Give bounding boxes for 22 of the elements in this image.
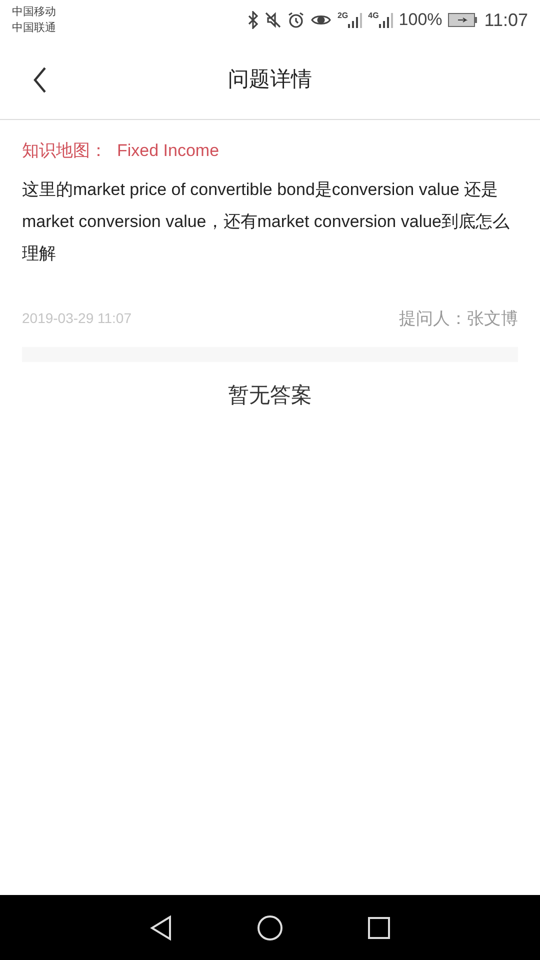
- mute-icon: [265, 11, 282, 29]
- network-label: 2G: [337, 12, 348, 20]
- question-text: 这里的market price of convertible bond是conversion value 还是market conversion value，还有market conversion value到底怎么理解: [22, 178, 511, 264]
- bluetooth-icon: [247, 11, 260, 29]
- battery-percent: 100%: [398, 9, 442, 32]
- asker-name: 提问人：张文博: [399, 308, 518, 330]
- carrier-name: 中国联通: [12, 20, 56, 36]
- question-date: 2019-03-29 11:07: [22, 308, 132, 328]
- alarm-icon: [287, 11, 306, 29]
- empty-answers-text: 暂无答案: [228, 383, 312, 409]
- clock: 11:07: [484, 8, 528, 32]
- back-nav-button[interactable]: [149, 914, 173, 940]
- network-label: 4G: [368, 12, 379, 20]
- recents-nav-button[interactable]: [367, 916, 391, 940]
- signal-icon: [378, 12, 393, 28]
- carrier-name: 中国移动: [12, 5, 56, 20]
- battery-icon: [448, 13, 478, 27]
- topic-link[interactable]: Fixed Income: [117, 138, 220, 164]
- page-title: 问题详情: [228, 66, 312, 93]
- signal-icon: [348, 12, 362, 28]
- home-nav-button[interactable]: [257, 914, 283, 940]
- topic-label: 知识地图：: [22, 140, 107, 162]
